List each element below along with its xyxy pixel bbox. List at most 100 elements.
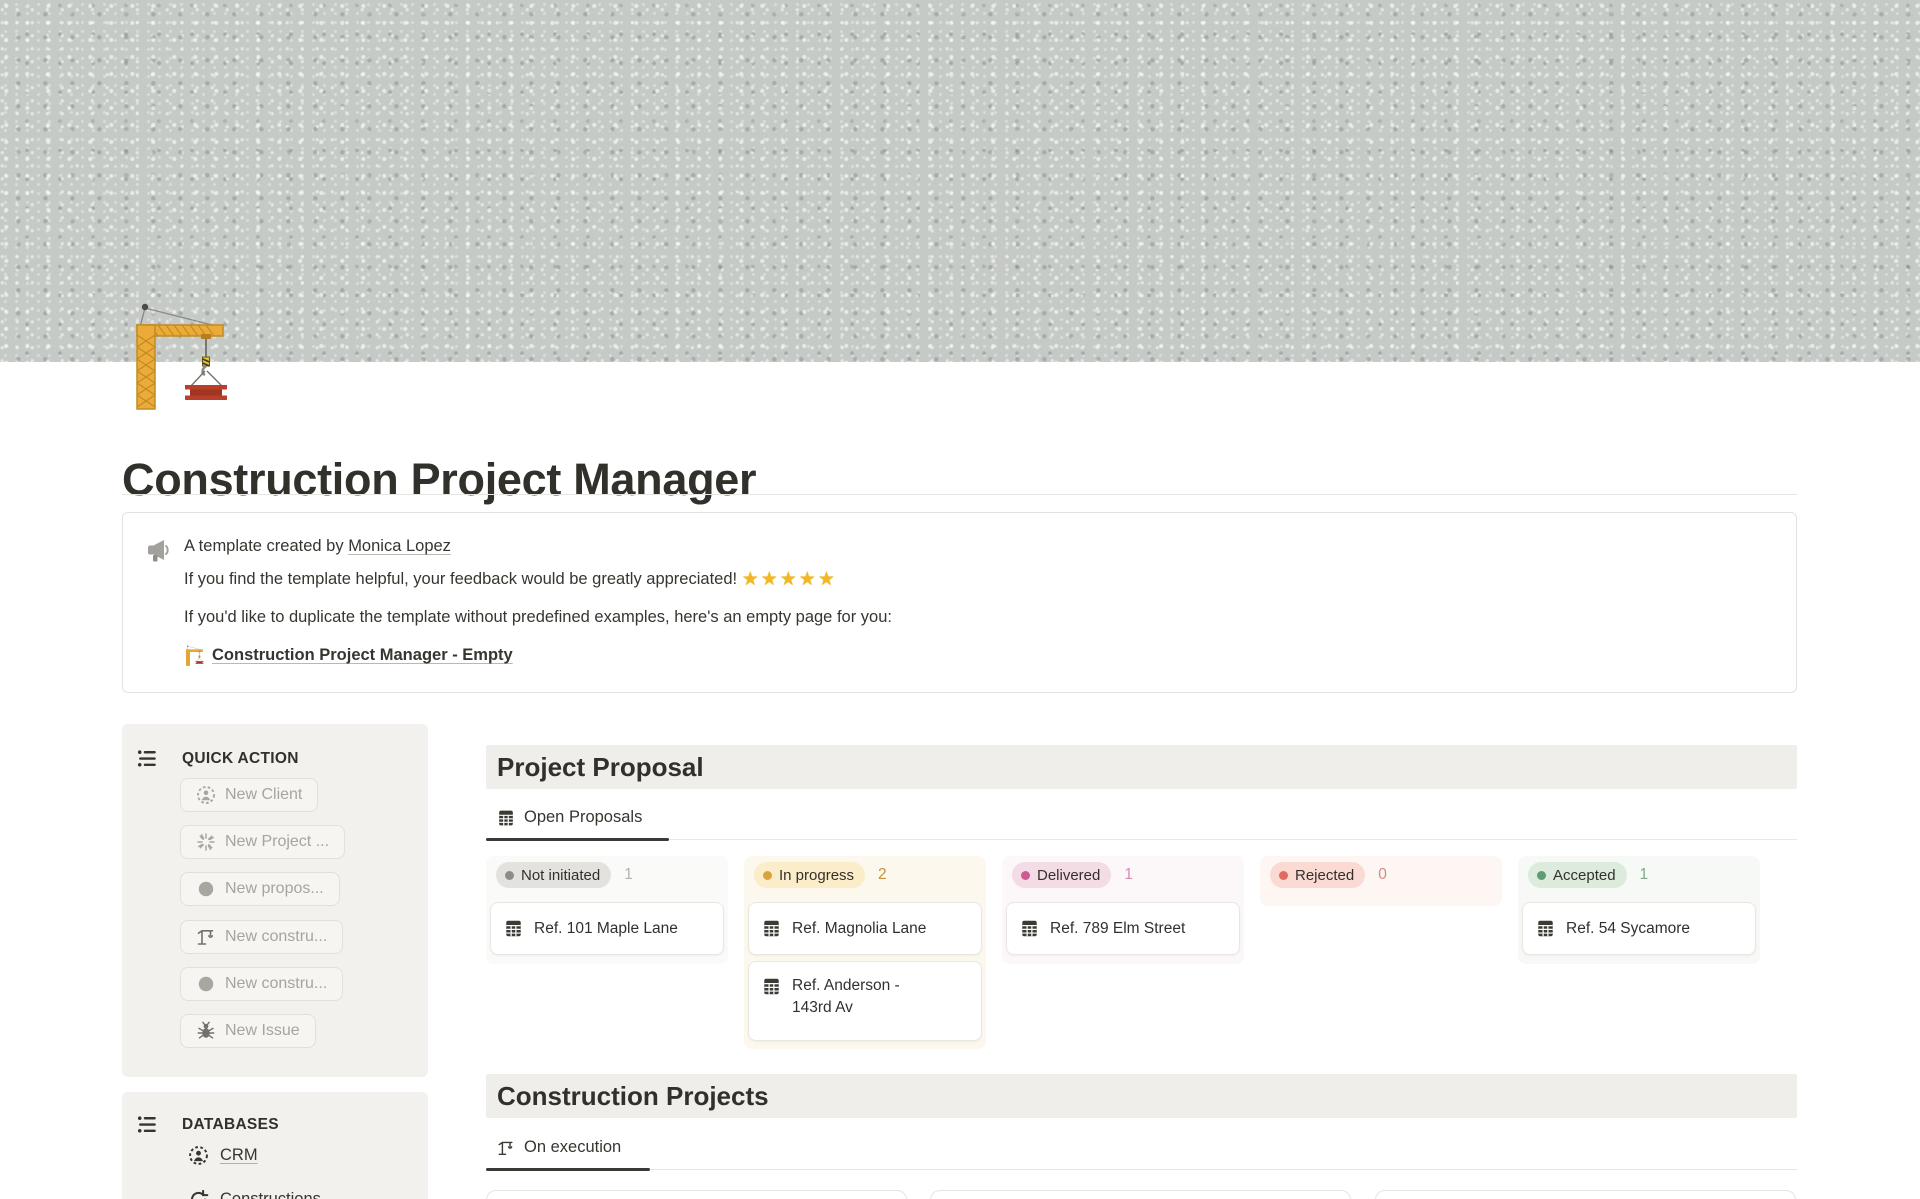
crane-glyph-icon [497,1139,515,1157]
callout-line-empty-page: Construction Project Manager - Empty [184,644,1772,667]
board-column-delivered: Delivered 1 Ref. 789 Elm Street [1002,856,1244,964]
list-icon [137,1114,158,1135]
databases-header: DATABASES [137,1114,279,1135]
board-card[interactable]: Ref. 101 Maple Lane [490,902,724,955]
board-card[interactable]: Ref. Anderson - 143rd Av [748,961,982,1041]
board-card[interactable]: Ref. 789 Elm Street [1006,902,1240,955]
page-icon-crane-emoji[interactable] [124,301,236,411]
person-badge-icon [188,1145,209,1166]
section-heading-project-proposal[interactable]: Project Proposal [486,745,1797,789]
gallery-card[interactable] [1375,1190,1796,1199]
template-callout: A template created by Monica Lopez If yo… [122,512,1797,693]
board-column-not-initiated: Not initiated 1 Ref. 101 Maple Lane [486,856,728,964]
quick-action-header: QUICK ACTION [137,748,299,769]
table-icon [762,977,781,996]
column-count: 1 [1640,866,1649,884]
person-badge-icon [196,785,216,805]
circle-icon [196,879,216,899]
tab-on-execution[interactable]: On execution [497,1126,621,1169]
column-header[interactable]: In progress 2 [754,862,887,888]
button-label: New Client [225,786,302,804]
card-title: Ref. Anderson - 143rd Av [792,975,922,1019]
board-card[interactable]: Ref. 54 Sycamore [1522,902,1756,955]
page-title: Construction Project Manager [122,454,756,506]
author-link[interactable]: Monica Lopez [348,537,451,555]
databases-panel: DATABASES CRM Constructions [122,1092,428,1199]
callout-feedback-text: If you find the template helpful, your f… [184,570,742,588]
megaphone-icon [144,535,174,565]
status-pill: Rejected [1270,862,1365,888]
status-pill: Not initiated [496,862,611,888]
cover-image [0,0,1920,362]
status-pill: Delivered [1012,862,1111,888]
column-header[interactable]: Accepted 1 [1528,862,1648,888]
column-header[interactable]: Delivered 1 [1012,862,1133,888]
five-stars-icon: ★★★★★ [742,569,837,590]
status-label: Accepted [1553,867,1616,884]
new-issue-button[interactable]: New Issue [180,1014,316,1048]
new-proposal-button[interactable]: New propos... [180,872,340,906]
section-heading-construction-projects[interactable]: Construction Projects [486,1074,1797,1118]
column-count: 1 [624,866,633,884]
database-link-constructions[interactable]: Constructions [188,1186,321,1199]
button-label: New Issue [225,1022,300,1040]
tab-label: On execution [524,1138,621,1157]
tab-label: Open Proposals [524,808,642,827]
callout-line-duplicate: If you'd like to duplicate the template … [184,606,1772,629]
database-link-crm[interactable]: CRM [188,1142,258,1168]
proposals-tab-row: Open Proposals [486,796,1797,840]
proposals-board: Not initiated 1 Ref. 101 Maple Lane In p… [486,856,1797,1056]
active-tab-underline [486,838,669,841]
table-icon [504,919,523,938]
divider [122,494,1797,495]
card-title: Ref. 54 Sycamore [1566,920,1690,938]
projects-tab-row: On execution [486,1126,1797,1170]
column-count: 2 [878,866,887,884]
databases-title: DATABASES [182,1116,279,1134]
new-client-button[interactable]: New Client [180,778,318,812]
button-label: New constru... [225,928,327,946]
callout-line-author: A template created by Monica Lopez [184,535,1772,558]
status-dot-icon [1537,871,1546,880]
column-count: 0 [1378,866,1387,884]
status-dot-icon [763,871,772,880]
status-label: In progress [779,867,854,884]
notion-page: Construction Project Manager A template … [0,0,1920,1199]
burst-icon [196,832,216,852]
new-project-button[interactable]: New Project ... [180,825,345,859]
status-pill: In progress [754,862,865,888]
column-header[interactable]: Rejected 0 [1270,862,1387,888]
table-icon [762,919,781,938]
gallery-card[interactable] [486,1190,907,1199]
table-icon [497,809,515,827]
new-construction-button[interactable]: New constru... [180,920,343,954]
board-column-accepted: Accepted 1 Ref. 54 Sycamore [1518,856,1760,964]
callout-line-feedback: If you find the template helpful, your f… [184,568,1772,591]
status-dot-icon [1021,871,1030,880]
quick-action-title: QUICK ACTION [182,750,299,768]
new-construction-button-2[interactable]: New constru... [180,967,343,1001]
active-tab-underline [486,1168,650,1171]
column-header[interactable]: Not initiated 1 [496,862,633,888]
status-dot-icon [505,871,514,880]
table-icon [1536,919,1555,938]
crane-emoji-icon [184,645,205,666]
crane-glyph-icon [196,927,216,947]
board-card[interactable]: Ref. Magnolia Lane [748,902,982,955]
board-column-in-progress: In progress 2 Ref. Magnolia Lane Ref. An… [744,856,986,1049]
bug-icon [196,1021,216,1041]
button-label: New Project ... [225,833,329,851]
status-label: Not initiated [521,867,600,884]
status-label: Rejected [1295,867,1354,884]
empty-page-link[interactable]: Construction Project Manager - Empty [212,644,513,667]
card-title: Ref. 789 Elm Street [1050,920,1185,938]
circle-icon [196,974,216,994]
crm-link[interactable]: CRM [220,1146,258,1165]
gallery-card[interactable] [930,1190,1351,1199]
button-label: New propos... [225,880,324,898]
status-dot-icon [1279,871,1288,880]
column-count: 1 [1124,866,1133,884]
tab-open-proposals[interactable]: Open Proposals [497,796,642,839]
button-label: New constru... [225,975,327,993]
constructions-link[interactable]: Constructions [220,1190,321,1199]
